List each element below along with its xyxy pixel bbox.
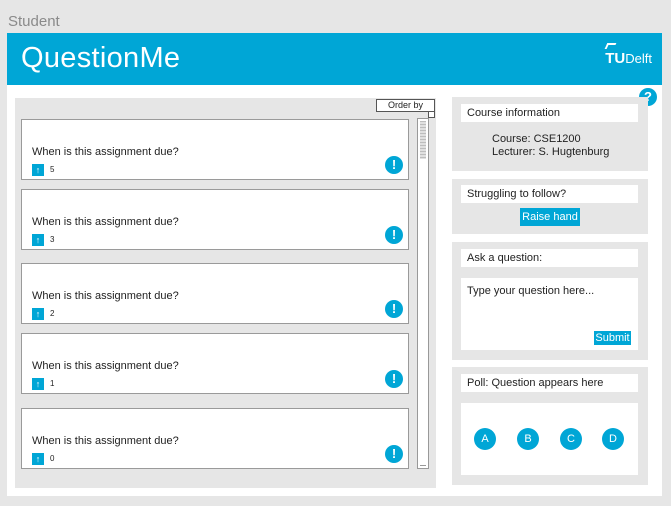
scroll-thumb[interactable] (420, 121, 426, 159)
course-info-panel: Course information Course: CSE1200 Lectu… (452, 97, 648, 171)
struggling-panel: Struggling to follow? Raise hand (452, 179, 648, 234)
app-title: QuestionMe (21, 42, 181, 74)
poll-option-c[interactable]: C (560, 428, 582, 450)
exclamation-icon[interactable]: ! (385, 445, 403, 463)
question-text: When is this assignment due? (32, 435, 179, 447)
upvote-icon[interactable]: ↑ (32, 164, 44, 176)
role-label: Student (8, 13, 60, 30)
ask-question-panel: Ask a question: Type your question here.… (452, 242, 648, 360)
scroll-end (420, 465, 426, 466)
upvote-icon[interactable]: ↑ (32, 308, 44, 320)
dropdown-caret-icon[interactable] (428, 111, 435, 118)
vote-count: 0 (50, 454, 55, 463)
submit-button[interactable]: Submit (594, 331, 631, 345)
upvote-icon[interactable]: ↑ (32, 378, 44, 390)
question-card: When is this assignment due? ↑ 3 ! (21, 189, 409, 250)
ask-question-header: Ask a question: (461, 249, 638, 267)
course-code: Course: CSE1200 (492, 133, 581, 145)
questions-scrollbar[interactable] (417, 118, 429, 469)
upvote-icon[interactable]: ↑ (32, 453, 44, 465)
vote-count: 1 (50, 379, 55, 388)
poll-options-area: A B C D (461, 403, 638, 475)
app-header: QuestionMe TU Delft (7, 33, 662, 85)
question-text: When is this assignment due? (32, 216, 179, 228)
tu-delft-logo: TU Delft (604, 43, 652, 67)
upvote-icon[interactable]: ↑ (32, 234, 44, 246)
course-info-header: Course information (461, 104, 638, 122)
question-card: When is this assignment due? ↑ 2 ! (21, 263, 409, 324)
vote-count: 5 (50, 165, 55, 174)
question-text: When is this assignment due? (32, 360, 179, 372)
struggling-header: Struggling to follow? (461, 185, 638, 203)
exclamation-icon[interactable]: ! (385, 300, 403, 318)
question-text: When is this assignment due? (32, 146, 179, 158)
question-card: When is this assignment due? ↑ 5 ! (21, 119, 409, 180)
question-card: When is this assignment due? ↑ 1 ! (21, 333, 409, 394)
poll-option-d[interactable]: D (602, 428, 624, 450)
poll-option-b[interactable]: B (517, 428, 539, 450)
order-by-dropdown[interactable]: Order by (376, 99, 435, 112)
exclamation-icon[interactable]: ! (385, 370, 403, 388)
question-text: When is this assignment due? (32, 290, 179, 302)
exclamation-icon[interactable]: ! (385, 226, 403, 244)
vote-count: 3 (50, 235, 55, 244)
poll-panel: Poll: Question appears here A B C D (452, 367, 648, 485)
flame-icon (604, 43, 617, 49)
vote-count: 2 (50, 309, 55, 318)
poll-question: Poll: Question appears here (461, 374, 638, 392)
raise-hand-button[interactable]: Raise hand (520, 208, 580, 226)
poll-option-a[interactable]: A (474, 428, 496, 450)
question-card: When is this assignment due? ↑ 0 ! (21, 408, 409, 469)
lecturer-name: Lecturer: S. Hugtenburg (492, 146, 610, 158)
exclamation-icon[interactable]: ! (385, 156, 403, 174)
